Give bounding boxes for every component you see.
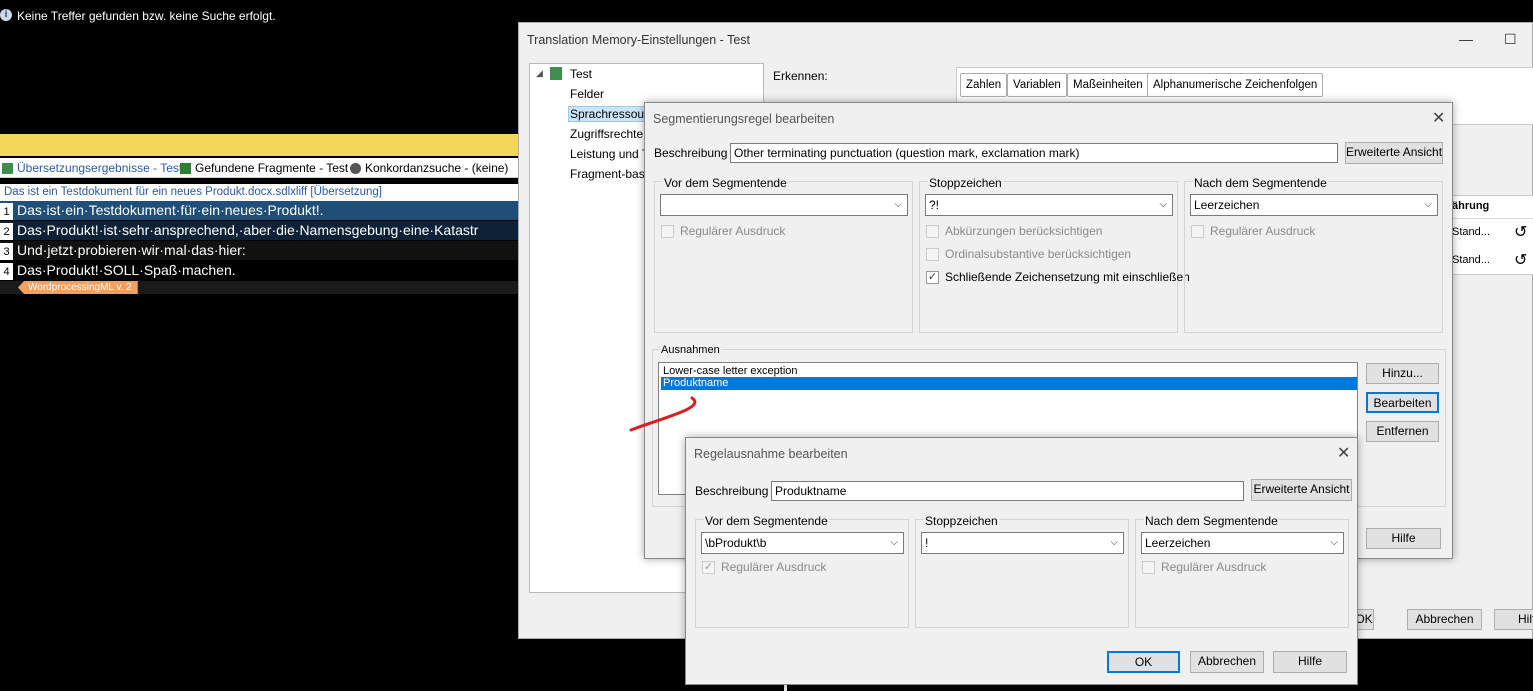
ordinal-checkbox[interactable]: Ordinalsubstantive berücksichtigen bbox=[926, 247, 1131, 261]
info-message: Keine Treffer gefunden bzw. keine Suche … bbox=[17, 9, 276, 23]
chevron-down-icon: ⌵ bbox=[894, 199, 902, 210]
highlight-bar bbox=[0, 134, 520, 156]
fragment-icon bbox=[180, 162, 191, 174]
checkbox-box bbox=[926, 247, 939, 261]
description-field[interactable]: Other terminating punctuation (question … bbox=[730, 143, 1338, 163]
after-regex-checkbox[interactable]: Regulärer Ausdruck bbox=[1191, 224, 1315, 238]
after-label: Nach dem Segmentende bbox=[1144, 514, 1279, 528]
table-cell[interactable]: Stand... bbox=[1452, 226, 1490, 238]
before-group: Vor dem Segmentende ⌵ Regulärer Ausdruck bbox=[654, 176, 913, 333]
close-icon[interactable]: ✕ bbox=[1337, 443, 1350, 463]
exceptions-label: Ausnahmen bbox=[660, 344, 721, 356]
chevron-down-icon: ⌵ bbox=[1110, 537, 1118, 548]
before-label: Vor dem Segmentende bbox=[663, 176, 788, 190]
ok-button[interactable]: OK bbox=[1107, 651, 1180, 673]
table-header: ährung bbox=[1452, 200, 1490, 212]
tree-item-performance[interactable]: Leistung und Tu bbox=[570, 147, 655, 161]
results-icon bbox=[2, 162, 13, 174]
stop-combo[interactable]: ! ⌵ bbox=[921, 532, 1124, 554]
tab-translation-results[interactable]: Übersetzungsergebnisse - Test bbox=[2, 161, 182, 175]
list-item-selected[interactable]: Produktname bbox=[661, 377, 1357, 390]
close-icon[interactable]: ✕ bbox=[1432, 108, 1445, 128]
after-combo[interactable]: Leerzeichen ⌵ bbox=[1190, 194, 1438, 216]
checkbox-box bbox=[661, 224, 674, 238]
minimize-icon[interactable]: — bbox=[1459, 31, 1473, 47]
tree-item-language-resources[interactable]: Sprachressourc bbox=[568, 106, 648, 122]
edit-button[interactable]: Bearbeiten bbox=[1366, 392, 1439, 413]
abbreviations-checkbox[interactable]: Abkürzungen berücksichtigen bbox=[926, 224, 1102, 238]
checkmark-icon: ✓ bbox=[926, 270, 939, 284]
remove-button[interactable]: Entfernen bbox=[1366, 421, 1439, 442]
help-button[interactable]: Hilfe bbox=[1366, 528, 1441, 549]
maximize-icon[interactable]: ☐ bbox=[1504, 31, 1517, 48]
language-resources-table: ährung Stand... ↺ Stand... ↺ bbox=[1449, 195, 1533, 275]
before-combo[interactable]: \bProdukt\b ⌵ bbox=[701, 532, 904, 554]
add-button[interactable]: Hinzu... bbox=[1366, 363, 1439, 384]
numbers-toggle[interactable]: Zahlen bbox=[960, 73, 1008, 97]
reset-icon[interactable]: ↺ bbox=[1514, 222, 1527, 242]
alphanumeric-toggle[interactable]: Alphanumerische Zeichenfolgen bbox=[1147, 73, 1324, 97]
concordance-icon bbox=[350, 162, 361, 174]
checkbox-box bbox=[926, 224, 939, 238]
description-label: Beschreibung bbox=[654, 146, 728, 160]
formatting-tag[interactable]: WordprocessingML v. 2 bbox=[18, 281, 138, 294]
collapse-icon[interactable]: ◢ bbox=[536, 68, 543, 79]
help-button[interactable]: Hilf bbox=[1494, 609, 1533, 630]
checkmark-icon: ✓ bbox=[702, 560, 715, 574]
rule-exception-dialog: Regelausnahme bearbeiten ✕ Beschreibung … bbox=[685, 437, 1358, 685]
closing-punctuation-checkbox[interactable]: ✓ Schließende Zeichensetzung mit einschli… bbox=[926, 270, 1190, 284]
stop-group: Stoppzeichen ! ⌵ bbox=[915, 514, 1129, 628]
window-title: Translation Memory-Einstellungen - Test bbox=[527, 33, 751, 47]
stop-label: Stoppzeichen bbox=[924, 514, 999, 528]
before-regex-checkbox[interactable]: ✓ Regulärer Ausdruck bbox=[702, 560, 826, 574]
segment-row[interactable]: 2 Das·Produkt!·ist·sehr·ansprechend,·aber… bbox=[0, 221, 520, 240]
description-label: Beschreibung bbox=[695, 484, 769, 498]
tree-item-test[interactable]: Test bbox=[570, 67, 592, 81]
help-button[interactable]: Hilfe bbox=[1273, 651, 1347, 673]
before-regex-checkbox[interactable]: Regulärer Ausdruck bbox=[661, 224, 785, 238]
advanced-view-button[interactable]: Erweiterte Ansicht bbox=[1345, 142, 1443, 164]
chevron-down-icon: ⌵ bbox=[1159, 199, 1167, 210]
tree-item-access-rights[interactable]: Zugriffsrechte bbox=[570, 127, 643, 141]
recognize-label: Erkennen: bbox=[773, 69, 828, 83]
before-label: Vor dem Segmentende bbox=[704, 514, 829, 528]
dialog-title: Segmentierungsregel bearbeiten bbox=[653, 112, 835, 126]
after-group: Nach dem Segmentende Leerzeichen ⌵ Regulä… bbox=[1135, 514, 1349, 628]
after-label: Nach dem Segmentende bbox=[1193, 176, 1328, 190]
segment-row[interactable]: 3 Und·jetzt·probieren·wir·mal·das·hier: bbox=[0, 241, 520, 260]
table-cell[interactable]: Stand... bbox=[1452, 254, 1490, 266]
cancel-button[interactable]: Abbrechen bbox=[1190, 651, 1264, 673]
after-combo[interactable]: Leerzeichen ⌵ bbox=[1141, 532, 1344, 554]
red-annotation-stroke bbox=[629, 396, 697, 432]
document-header: Das ist ein Testdokument für ein neues P… bbox=[0, 184, 520, 201]
checkbox-box bbox=[1191, 224, 1204, 238]
checkbox-box bbox=[1142, 560, 1155, 574]
tree-item-fields[interactable]: Felder bbox=[570, 87, 604, 101]
chevron-down-icon: ⌵ bbox=[890, 537, 898, 548]
tm-icon bbox=[550, 67, 562, 80]
segment-row[interactable]: 1 Das·ist·ein·Testdokument·für·ein·neues·… bbox=[0, 201, 520, 220]
panel-tabs: Übersetzungsergebnisse - Test Gefundene … bbox=[0, 158, 520, 178]
stop-label: Stoppzeichen bbox=[928, 176, 1003, 190]
advanced-view-button[interactable]: Erweiterte Ansicht bbox=[1251, 479, 1352, 501]
chevron-down-icon: ⌵ bbox=[1330, 537, 1338, 548]
tab-concordance[interactable]: Konkordanzsuche - (keine) bbox=[350, 161, 508, 175]
after-group: Nach dem Segmentende Leerzeichen ⌵ Regulä… bbox=[1184, 176, 1443, 333]
dialog-title: Regelausnahme bearbeiten bbox=[694, 447, 848, 461]
before-group: Vor dem Segmentende \bProdukt\b ⌵ ✓ Regulä… bbox=[695, 514, 909, 628]
measurements-toggle[interactable]: Maßeinheiten bbox=[1067, 73, 1149, 97]
tab-fragment-matches[interactable]: Gefundene Fragmente - Test bbox=[180, 161, 348, 175]
description-field[interactable]: Produktname bbox=[771, 481, 1244, 501]
info-icon: i bbox=[0, 9, 12, 21]
reset-icon[interactable]: ↺ bbox=[1514, 250, 1527, 270]
segment-row[interactable]: 4 Das·Produkt!·SOLL·Spaß·machen. bbox=[0, 261, 520, 280]
stop-group: Stoppzeichen ?! ⌵ Abkürzungen berücksicht… bbox=[919, 176, 1190, 333]
chevron-down-icon: ⌵ bbox=[1424, 199, 1432, 210]
cancel-button[interactable]: Abbrechen bbox=[1407, 609, 1482, 630]
stop-combo[interactable]: ?! ⌵ bbox=[925, 194, 1173, 216]
tree-item-fragment[interactable]: Fragment-basie bbox=[570, 167, 654, 181]
before-combo[interactable]: ⌵ bbox=[660, 194, 908, 216]
variables-toggle[interactable]: Variablen bbox=[1007, 73, 1067, 97]
after-regex-checkbox[interactable]: Regulärer Ausdruck bbox=[1142, 560, 1266, 574]
